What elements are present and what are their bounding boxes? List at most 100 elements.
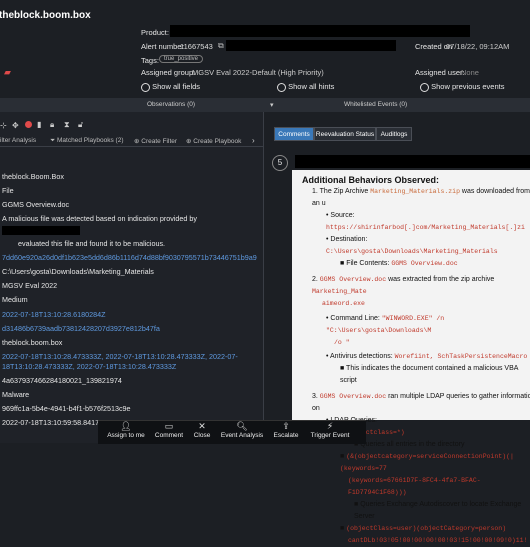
close-label: Close [193,432,211,439]
assigned-user-label: Assigned user: [415,68,465,77]
doc-text: File Contents: [346,260,390,267]
plus-circle-icon: ⊕ [134,138,140,145]
doc-text: Queries Exchange Autodiscover to locate … [354,501,522,520]
list-item-sha1[interactable]: d31486b6739aadb73812428207d3927e812b47fa [2,324,160,333]
assign-to-me-button[interactable]: 👤︎ Assign to me [104,421,148,439]
doc-code: Worefiint, SchTaskPersistenceMacro [394,353,528,360]
tab-auditlogs[interactable]: Auditlogs [376,127,412,141]
product-label: Product: [141,28,169,37]
create-playbook-button[interactable]: ⊕ Create Playbook [186,137,241,145]
doc-code: GGMS Overview.doc [391,260,458,267]
matched-playbooks-label: Matched Playbooks (2) [57,137,124,144]
doc-text: The Zip Archive [319,188,369,195]
list-item: 969ffc1a-5b4e-4941-b4f1-b576f2513c9e [2,404,131,413]
move-icon[interactable]: ✥ [12,121,19,130]
doc-text: Antivirus detections: [330,353,393,360]
doc-text: Destination: [330,236,368,243]
search-icon: 🔍︎ [236,421,248,431]
list-item: theblock.Boom.Box [2,172,64,181]
doc-step-2: 2. GGMS Overview.doc was extracted from … [312,276,495,295]
doc-contents: ■ File Contents: GGMS Overview.doc [340,260,458,267]
doc-text: This indicates the document contained a … [340,365,519,384]
list-item: theblock.boom.box [2,338,63,347]
chevron-right-icon[interactable]: › [252,136,255,145]
list-item-times-cont[interactable]: 18T13:10:28.473333Z, 2022-07-18T13:10:28… [2,362,176,371]
redacted-vendor [2,226,80,235]
tags-label: Tags: [141,56,159,65]
comment-button[interactable]: ▭ Comment [152,421,186,439]
close-icon: ✕ [198,421,206,431]
doc-step-2b: aimeord.exe [322,300,365,307]
event-analysis-button[interactable]: 🔍︎ Event Analysis [218,421,266,439]
doc-q3: ■ (objectClass=user)(objectCategory=pers… [340,525,507,532]
caret-icon: ▾ [270,102,274,109]
radio-icon [420,82,429,92]
list-item-hash[interactable]: 7dd60e920a26d0df1b623e5dd6d86b1116d74d88… [2,253,257,262]
close-button[interactable]: ✕ Close [190,421,214,439]
list-item: GGMS Overview.doc [2,200,70,209]
lock-open-icon[interactable]: 🔓︎ [78,120,83,130]
filter-analysis-button[interactable]: ilter Analysis [0,137,36,144]
left-panel: ⊹ ✥ ▮ 🔒︎ ⧗ 🔓︎ ilter Analysis ⏷ Matched P… [0,112,264,443]
redacted-comment-author [295,155,530,168]
doc-code: GGMS Overview.doc [319,393,387,400]
doc-av-note: ■ This indicates the document contained … [340,365,519,384]
action-bar: 👤︎ Assign to me ▭ Comment ✕ Close 🔍︎ Event A… [98,420,366,444]
copy-icon[interactable]: ⧉ [218,41,224,51]
record-icon[interactable] [25,121,32,128]
toggle-show-all-fields[interactable]: Show all fields [141,82,200,92]
comment-document: Additional Behaviors Observed: 1. The Zi… [296,171,530,547]
doc-code: Marketing_Mate [312,288,367,295]
alert-number-label: Alert number [141,42,184,51]
doc-text: Command Line: [330,315,380,322]
list-item-time[interactable]: 2022-07-18T13:10:28.6180284Z [2,310,106,319]
list-item: Medium [2,295,28,304]
doc-code: GGMS Overview.doc [319,276,387,283]
toggle-show-previous-events[interactable]: Show previous events [420,82,504,92]
doc-q2b: (keywords=67661D7F-8FC4-4fa7-BFAC-F1D779… [348,477,481,496]
doc-step-3: 3. GGMS Overview.doc ran multiple LDAP q… [312,391,530,415]
alert-number: 11667543 [180,42,213,51]
show-all-fields-label: Show all fields [152,82,201,91]
matched-playbooks-button[interactable]: ⏷ Matched Playbooks (2) [50,137,124,145]
comment-label: Comment [154,432,184,439]
doc-source: • Source: https://shirinfarbod[.]com/Mar… [326,212,525,231]
doc-q1: ■ (objectclass=*) [340,427,530,439]
alert-severity-icon: ▰ [4,67,11,77]
doc-text: Source: [330,212,355,219]
radio-icon [141,82,150,92]
tab-reevaluation-status[interactable]: Reevaluation Status [314,127,376,141]
trigger-event-button[interactable]: ⚡︎ Trigger Event [306,421,354,439]
assign-to-me-label: Assign to me [107,432,145,439]
list-item: evaluated this file and found it to be m… [18,239,166,248]
list-item-times[interactable]: 2022-07-18T13:10:28.473333Z, 2022-07-18T… [2,352,238,361]
bookmark-icon[interactable]: ▮ [37,120,41,129]
tab-comments[interactable]: Comments [274,127,314,141]
list-item: A malicious file was detected based on i… [2,214,197,223]
alert-host-title: theblock.boom.box [0,10,91,21]
tag-true-positive[interactable]: true_positive [159,55,204,63]
redacted-alert-name [226,40,396,51]
cursor-icon[interactable]: ⊹ [0,121,7,130]
plus-circle-icon: ⊕ [186,138,192,145]
arrow-up-icon: ⇪ [282,421,290,431]
create-filter-button[interactable]: ⊕ Create Filter [134,137,177,145]
show-all-hints-label: Show all hints [288,82,335,91]
lock-icon[interactable]: 🔒︎ [50,120,54,130]
tab-whitelisted-events[interactable]: Whitelisted Events (0) [344,101,407,108]
list-item: C:\Users\gosta\Downloads\Marketing_Mater… [2,267,154,276]
event-analysis-label: Event Analysis [220,432,264,439]
list-item: 4a637937466284180021_139821974 [2,376,122,385]
doc-q2: ■ (&(objectcategory=serviceConnectionPoi… [340,453,514,472]
assigned-group-value: MGSV Eval 2022-Default (High Priority) [192,68,324,77]
list-item: File [2,186,14,195]
toggle-show-all-hints[interactable]: Show all hints [277,82,334,92]
hourglass-icon[interactable]: ⧗ [64,120,70,130]
trigger-event-label: Trigger Event [310,432,350,439]
user-icon: 👤︎ [120,421,132,431]
create-filter-label: Create Filter [141,138,178,145]
tab-observations[interactable]: Observations (0) [147,101,195,108]
assigned-group-label: Assigned group: [141,68,196,77]
left-toolbar: ⊹ ✥ ▮ 🔒︎ ⧗ 🔓︎ ilter Analysis ⏷ Matched P… [0,112,263,147]
escalate-button[interactable]: ⇪ Escalate [270,421,302,439]
